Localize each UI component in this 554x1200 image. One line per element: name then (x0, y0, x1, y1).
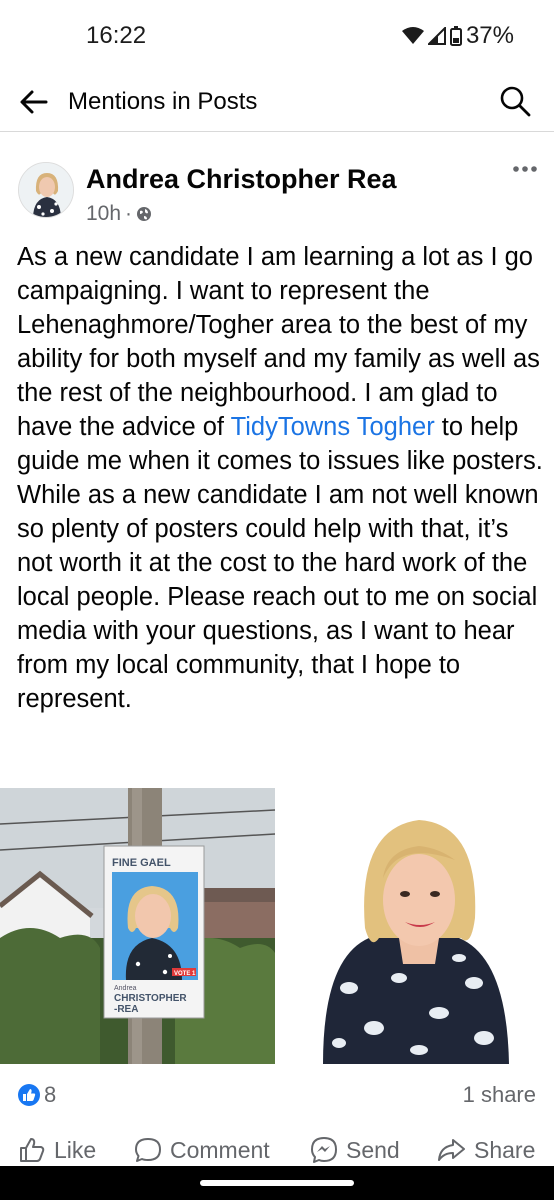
poster-surname-1: CHRISTOPHER (114, 993, 187, 1004)
post-meta: 10h · (86, 202, 152, 226)
comment-icon (135, 1138, 161, 1162)
candidate-portrait-photo[interactable] (279, 788, 554, 1064)
system-nav-bar (0, 1166, 554, 1200)
arrow-left-icon[interactable] (18, 86, 50, 118)
poster-party-label: FINE GAEL (112, 857, 171, 869)
search-icon[interactable] (498, 84, 532, 118)
share-arrow-icon (438, 1139, 465, 1161)
home-indicator[interactable] (200, 1180, 354, 1186)
reactions-bar: 8 1 share (0, 1074, 554, 1114)
more-options-icon[interactable] (512, 162, 538, 176)
send-label: Send (346, 1136, 400, 1163)
post-photos: FINE GAEL VOTE 1 Andrea CHRISTOPHER -REA (0, 788, 554, 1064)
wifi-icon (401, 27, 424, 44)
post-text: As a new candidate I am learning a lot a… (17, 240, 547, 716)
share-count[interactable]: 1 share (463, 1082, 536, 1108)
like-button[interactable]: Like (18, 1136, 96, 1164)
status-icons: 37% (401, 22, 514, 50)
signal-icon (427, 27, 446, 45)
comment-label: Comment (170, 1136, 270, 1163)
share-label: Share (474, 1136, 536, 1163)
send-button[interactable]: Send (310, 1136, 400, 1164)
post-text-part-2: to help guide me when it comes to issues… (17, 413, 543, 713)
battery-icon (449, 26, 462, 46)
meta-separator: · (125, 202, 133, 225)
battery-percent: 37% (465, 22, 514, 49)
avatar[interactable] (18, 162, 74, 218)
thumbs-up-icon (20, 1138, 45, 1162)
poster-surname-2: -REA (114, 1004, 138, 1015)
globe-icon (137, 207, 152, 221)
like-count[interactable]: 8 (44, 1082, 56, 1108)
status-time: 16:22 (86, 22, 147, 49)
comment-button[interactable]: Comment (134, 1136, 270, 1164)
tidytowns-togher-link[interactable]: TidyTowns Togher (231, 413, 435, 441)
post-text-part-1: As a new candidate I am learning a lot a… (17, 243, 540, 441)
election-poster-photo[interactable]: FINE GAEL VOTE 1 Andrea CHRISTOPHER -REA (0, 788, 275, 1064)
post-time[interactable]: 10h (86, 202, 121, 226)
like-reaction-icon[interactable] (18, 1084, 40, 1106)
share-button[interactable]: Share (436, 1136, 535, 1164)
status-bar: 16:22 37% (0, 0, 554, 72)
like-label: Like (54, 1136, 97, 1163)
post-header: Andrea Christopher Rea 10h · (0, 132, 554, 232)
page-title: Mentions in Posts (68, 88, 258, 115)
author-name[interactable]: Andrea Christopher Rea (86, 164, 397, 195)
app-header: Mentions in Posts (0, 72, 554, 132)
poster-vote-label: VOTE 1 (174, 971, 196, 977)
poster-first-name: Andrea (114, 985, 137, 992)
messenger-icon (311, 1137, 337, 1163)
